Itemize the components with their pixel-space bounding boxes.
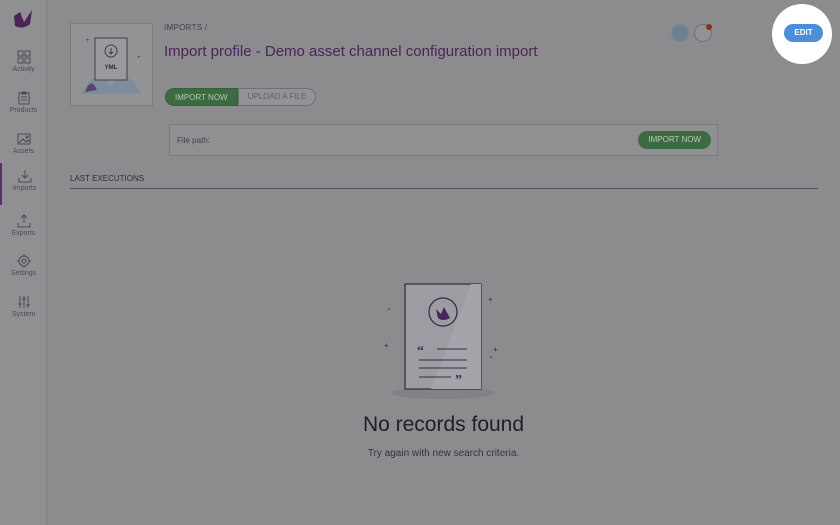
sidebar-item-exports[interactable]: Exports — [0, 208, 47, 248]
sidebar-item-activity[interactable]: Activity — [0, 44, 47, 84]
gear-icon — [16, 254, 31, 268]
clipboard-icon — [18, 91, 29, 105]
import-mode-toggle: IMPORT NOW UPLOAD A FILE — [165, 88, 317, 106]
import-profile-thumbnail: YML + + — [70, 23, 153, 106]
export-icon — [17, 214, 30, 228]
import-now-tab[interactable]: IMPORT NOW — [165, 88, 238, 106]
section-divider — [70, 188, 818, 189]
sidebar-item-label: Imports — [12, 185, 37, 192]
upload-file-tab[interactable]: UPLOAD A FILE — [237, 88, 317, 106]
sidebar: Activity Products Assets Imports Exports… — [0, 0, 47, 525]
image-icon — [17, 133, 30, 145]
main-content: YML + + IMPORTS / Import profile - Demo … — [47, 0, 840, 525]
sidebar-item-system[interactable]: System — [0, 289, 47, 329]
sliders-icon — [17, 296, 30, 308]
help-icon[interactable] — [671, 24, 689, 42]
svg-text:+: + — [86, 38, 90, 44]
file-path-label: File path: — [177, 136, 210, 145]
sidebar-item-label: Assets — [12, 148, 34, 155]
sidebar-item-label: Settings — [10, 270, 37, 277]
svg-text:“: “ — [417, 344, 424, 359]
sidebar-item-label: Products — [9, 107, 38, 114]
sidebar-item-label: System — [11, 311, 36, 318]
sidebar-item-imports[interactable]: Imports — [0, 163, 47, 205]
akeneo-logo[interactable] — [12, 10, 34, 30]
svg-text:”: ” — [455, 373, 462, 388]
svg-text:+: + — [137, 55, 141, 61]
sidebar-item-settings[interactable]: Settings — [0, 248, 47, 288]
sidebar-item-products[interactable]: Products — [0, 85, 47, 125]
svg-text:+: + — [488, 295, 493, 304]
svg-text:+: + — [384, 341, 389, 350]
file-type-label: YML — [105, 65, 118, 71]
empty-document-illustration: “ ” + + + — [384, 283, 498, 399]
empty-state-title: No records found — [362, 413, 525, 436]
sidebar-item-label: Activity — [12, 66, 35, 73]
import-icon — [18, 170, 31, 183]
notification-badge — [706, 24, 712, 30]
page-title: Import profile - Demo asset channel conf… — [164, 43, 538, 60]
file-path-panel: File path: IMPORT NOW — [169, 124, 718, 156]
last-executions-title: LAST EXECUTIONS — [70, 174, 145, 183]
sidebar-item-assets[interactable]: Assets — [0, 126, 47, 166]
sidebar-item-label: Exports — [11, 230, 36, 237]
empty-state-subtitle: Try again with new search criteria. — [367, 448, 520, 459]
breadcrumb[interactable]: IMPORTS / — [164, 23, 207, 32]
grid-icon — [17, 50, 30, 64]
svg-text:+: + — [493, 345, 498, 354]
import-now-button[interactable]: IMPORT NOW — [638, 131, 711, 149]
edit-button[interactable]: EDIT — [784, 24, 823, 42]
yml-file-illustration: YML + + — [81, 37, 141, 94]
